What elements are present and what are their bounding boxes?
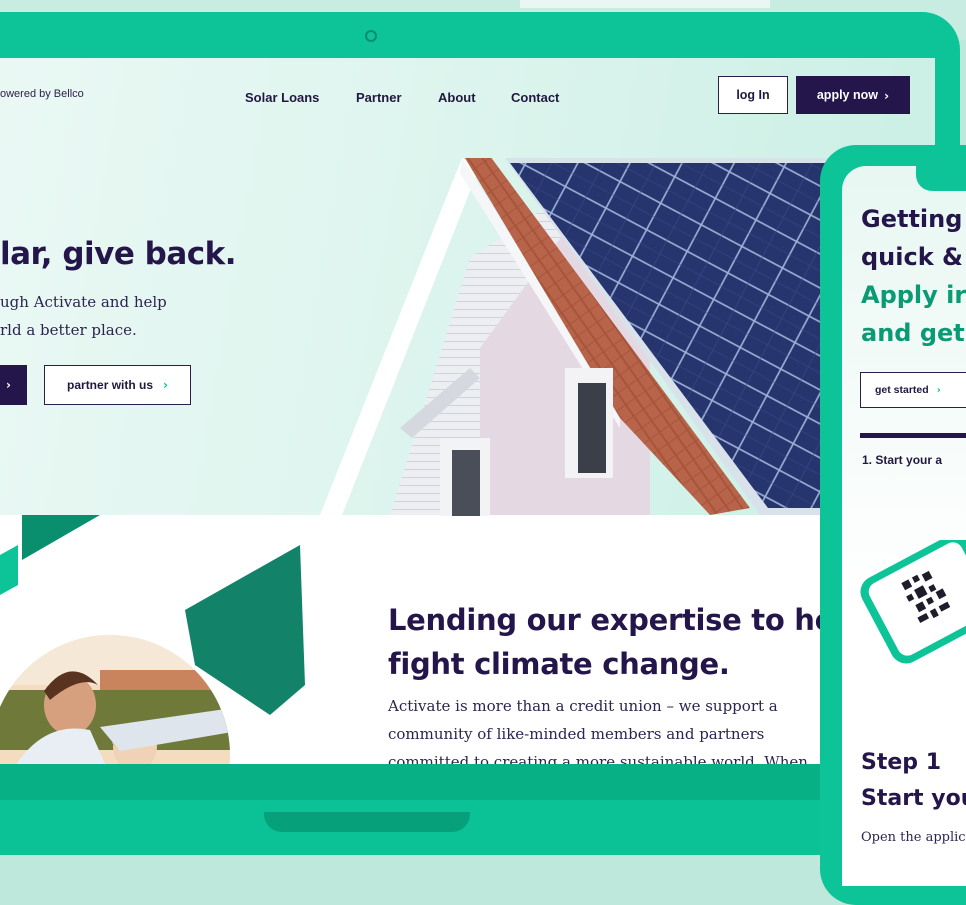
chevron-right-icon: › (936, 384, 941, 396)
get-started-button[interactable]: get started › (860, 372, 966, 408)
hero-section: owered by Bellco Solar Loans Partner Abo… (0, 58, 935, 516)
hero-subtitle-line: rld a better place. (0, 321, 137, 339)
partner-with-us-button[interactable]: partner with us › (44, 365, 191, 405)
chevron-right-icon: › (6, 378, 11, 392)
hero-title: lar, give back. (0, 236, 237, 272)
phone-title: Getting quick & (861, 200, 963, 276)
laptop-base (0, 764, 960, 800)
lending-body-line: Activate is more than a credit union – w… (388, 697, 778, 715)
chevron-right-icon: › (163, 378, 168, 392)
camera-icon (365, 30, 377, 42)
phone-progress-rule (860, 433, 966, 438)
lending-body-line: community of like-minded members and par… (388, 725, 765, 743)
primary-cta-button[interactable]: › (0, 365, 27, 405)
laptop-screen: owered by Bellco Solar Loans Partner Abo… (0, 58, 935, 764)
login-button[interactable]: log In (718, 76, 788, 114)
nav-solar-loans[interactable]: Solar Loans (245, 90, 319, 105)
phone-title-line: quick & (861, 243, 963, 271)
brand-text: owered by Bellco (0, 88, 84, 100)
phone-step-label: Step 1 (861, 750, 941, 775)
lending-title-line: Lending our expertise to hel (388, 603, 844, 637)
lending-title: Lending our expertise to hel fight clima… (388, 598, 858, 686)
hero-subtitle: ugh Activate and help rld a better place… (0, 288, 190, 344)
partner-button-label: partner with us (67, 378, 154, 392)
qr-phone-illustration (860, 540, 966, 664)
apply-now-button[interactable]: apply now › (796, 76, 910, 114)
phone-title-accent: Apply ir and get (861, 276, 966, 352)
family-illustration (0, 515, 305, 764)
hero-subtitle-line: ugh Activate and help (0, 293, 167, 311)
phone-step-title: Start you (861, 786, 966, 811)
nav-contact[interactable]: Contact (511, 90, 559, 105)
phone-notch (916, 145, 966, 191)
phone-title-line: Apply ir (861, 281, 966, 309)
phone-title-line: Getting (861, 205, 963, 233)
apply-now-label: apply now (816, 88, 878, 102)
lending-body-line: committed to creating a more sustainable… (388, 753, 808, 764)
background-stripe (520, 0, 770, 8)
phone-open-text: Open the applic (861, 830, 966, 845)
lending-body: Activate is more than a credit union – w… (388, 692, 828, 764)
phone-step-line: 1. Start your a (862, 453, 943, 467)
lending-title-line: fight climate change. (388, 647, 730, 681)
nav-about[interactable]: About (438, 90, 476, 105)
phone-title-line: and get (861, 319, 965, 347)
laptop-trackpad-notch (264, 812, 470, 832)
nav-partner[interactable]: Partner (356, 90, 402, 105)
get-started-label: get started (875, 384, 929, 396)
chevron-right-icon: › (883, 87, 890, 103)
